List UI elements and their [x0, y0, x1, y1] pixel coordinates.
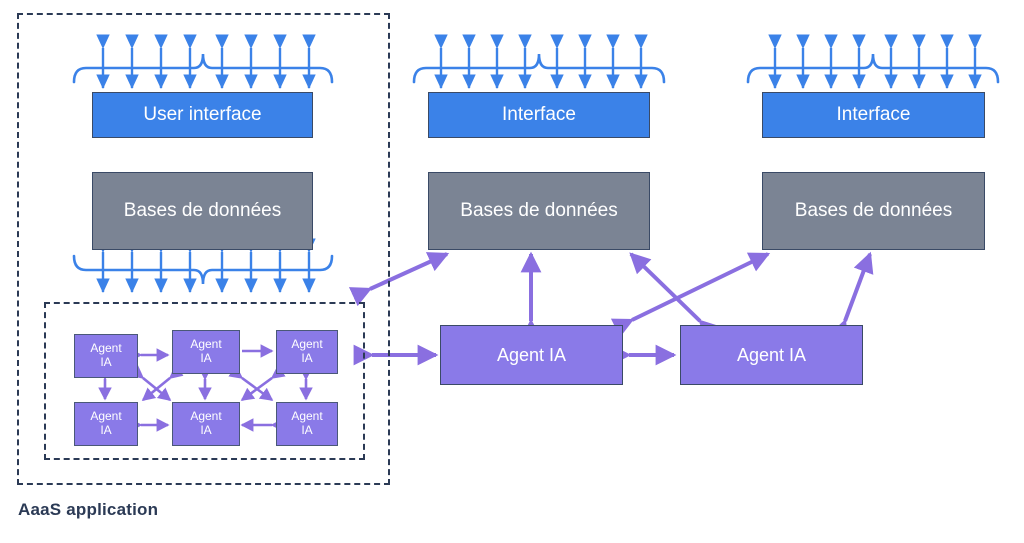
agent-cell-r1c0[interactable]: Agent IA: [74, 402, 138, 446]
agent-box-col2[interactable]: Agent IA: [440, 325, 623, 385]
arrow-midregion-to-rightdb: [610, 252, 771, 338]
agent-label-line1: Agent: [291, 337, 323, 352]
database-box-col1[interactable]: Bases de données: [92, 172, 313, 250]
agent-label-line1: Agent: [190, 409, 222, 424]
user-interface-box[interactable]: User interface: [92, 92, 313, 138]
agent-label-line1: Agent: [291, 409, 323, 424]
agent-cell-r1c2[interactable]: Agent IA: [276, 402, 338, 446]
agent-label-line2: IA: [200, 423, 212, 437]
database-box-col3[interactable]: Bases de données: [762, 172, 985, 250]
agent-cell-r1c1[interactable]: Agent IA: [172, 402, 240, 446]
database-box-col2[interactable]: Bases de données: [428, 172, 650, 250]
arrow-rightagent-to-rightdb: [828, 251, 874, 342]
agent-label-line2: IA: [100, 423, 112, 437]
agent-box-col3[interactable]: Agent IA: [680, 325, 863, 385]
brace-top-col3: [746, 53, 1000, 84]
agent-label-line1: Agent: [90, 341, 122, 356]
agent-cell-r0c2[interactable]: Agent IA: [276, 330, 338, 374]
agent-cell-r0c0[interactable]: Agent IA: [74, 334, 138, 378]
agent-label-line1: Agent: [190, 337, 222, 352]
agent-label-line1: Agent: [90, 409, 122, 424]
arrow-rightagent-to-middb: [629, 252, 721, 342]
agent-label-line2: IA: [100, 355, 112, 369]
diagram-canvas: User interface Bases de données Agent IA…: [0, 0, 1024, 543]
agent-label-line2: IA: [200, 351, 212, 365]
agent-cell-r0c1[interactable]: Agent IA: [172, 330, 240, 374]
aaas-application-caption: AaaS application: [18, 500, 159, 519]
brace-top-col2: [412, 53, 666, 84]
agent-label-line2: IA: [301, 423, 313, 437]
interface-box-col2[interactable]: Interface: [428, 92, 650, 138]
interface-box-col3[interactable]: Interface: [762, 92, 985, 138]
agent-label-line2: IA: [301, 351, 313, 365]
